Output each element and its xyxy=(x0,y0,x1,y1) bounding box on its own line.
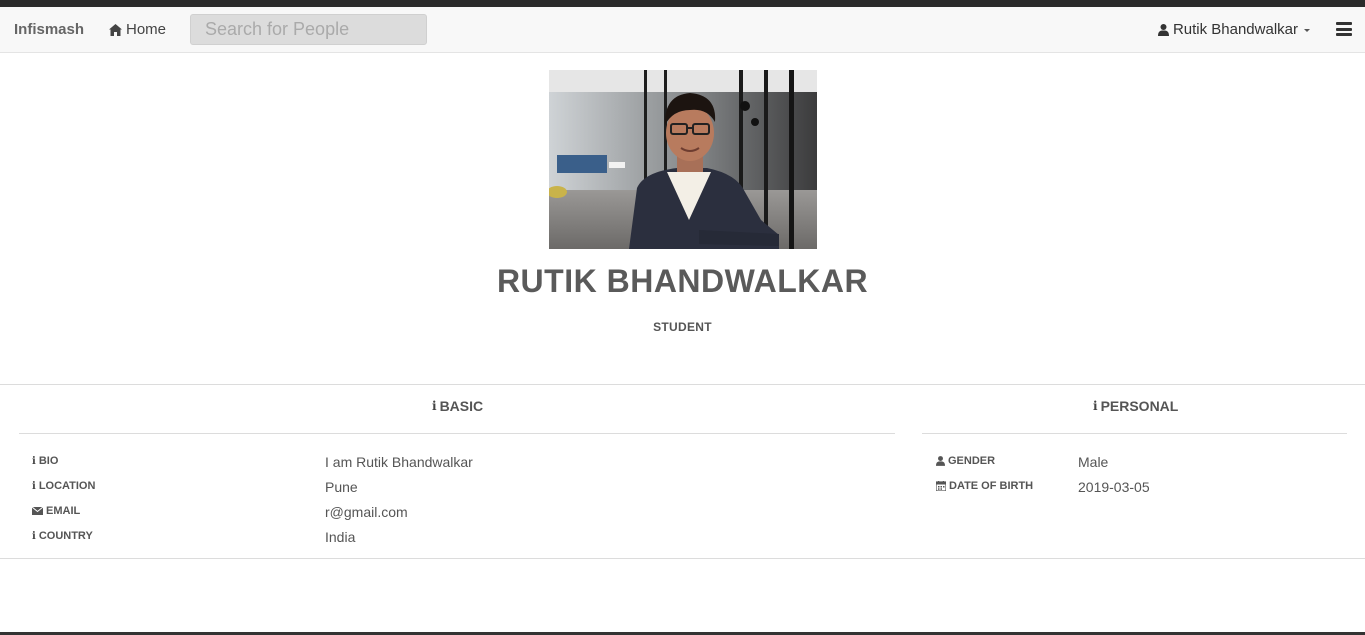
user-menu-dropdown[interactable]: Rutik Bhandwalkar xyxy=(1157,21,1310,38)
info-icon: i xyxy=(432,399,437,413)
gender-value: Male xyxy=(1078,454,1109,470)
user-name: Rutik Bhandwalkar xyxy=(1172,21,1298,38)
email-label-text: EMAIL xyxy=(46,505,81,517)
personal-divider xyxy=(922,433,1347,434)
basic-section-title: i BASIC xyxy=(432,398,483,414)
info-icon: i xyxy=(1093,399,1098,413)
profile-role: STUDENT xyxy=(653,320,712,334)
basic-divider xyxy=(19,433,895,434)
user-icon xyxy=(936,456,945,466)
location-label: i LOCATION xyxy=(32,480,95,492)
window-top-strip xyxy=(0,0,1365,7)
dob-value: 2019-03-05 xyxy=(1078,479,1150,495)
bio-label-text: BIO xyxy=(38,455,59,467)
dob-label: DATE OF BIRTH xyxy=(936,480,1033,492)
bio-value: I am Rutik Bhandwalkar xyxy=(325,454,473,470)
country-value: India xyxy=(325,529,356,545)
caret-down-icon xyxy=(1304,29,1310,32)
home-icon xyxy=(109,23,122,36)
country-label: i COUNTRY xyxy=(32,530,93,542)
info-icon: i xyxy=(32,480,36,492)
email-label: EMAIL xyxy=(32,505,80,517)
top-navbar: Infismash Home Rutik Bhandwalkar xyxy=(0,7,1365,53)
profile-photo xyxy=(549,70,817,249)
email-value: r@gmail.com xyxy=(325,504,408,520)
personal-section-title: i PERSONAL xyxy=(1093,398,1178,414)
gender-label: GENDER xyxy=(936,455,995,467)
home-label: Home xyxy=(126,21,167,38)
info-icon: i xyxy=(32,455,36,467)
section-divider-top xyxy=(0,384,1365,385)
dob-label-text: DATE OF BIRTH xyxy=(949,480,1034,492)
user-icon xyxy=(1157,23,1169,36)
search-input[interactable] xyxy=(190,14,427,45)
gender-label-text: GENDER xyxy=(948,455,996,467)
info-icon: i xyxy=(32,530,36,542)
brand-link[interactable]: Infismash xyxy=(14,21,84,38)
section-divider-bottom xyxy=(0,558,1365,559)
location-label-text: LOCATION xyxy=(38,480,96,492)
envelope-icon xyxy=(32,507,43,515)
country-label-text: COUNTRY xyxy=(38,530,93,542)
profile-name: RUTIK BHANDWALKAR xyxy=(496,263,869,299)
home-link[interactable]: Home xyxy=(109,21,166,38)
personal-title-label: PERSONAL xyxy=(1100,398,1179,414)
basic-title-label: BASIC xyxy=(439,398,484,414)
calendar-icon xyxy=(936,481,946,491)
bio-label: i BIO xyxy=(32,455,58,467)
location-value: Pune xyxy=(325,479,358,495)
hamburger-menu-icon[interactable] xyxy=(1336,22,1352,36)
